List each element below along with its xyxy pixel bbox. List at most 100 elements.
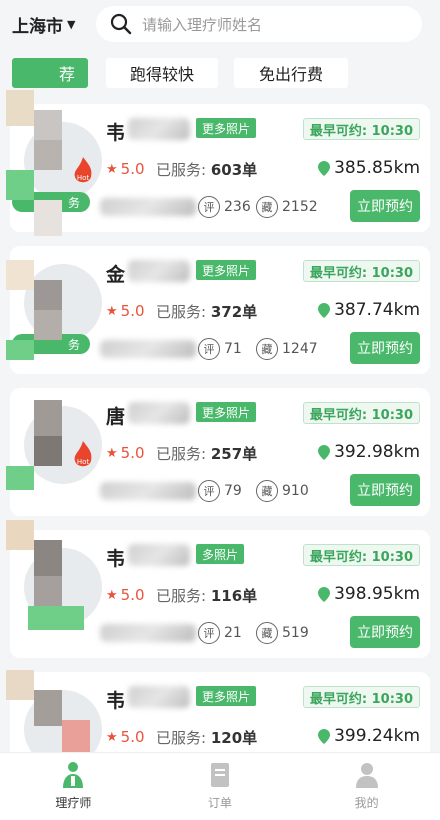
- reviews-count: 评 236: [198, 196, 251, 218]
- served-value: 603单: [210, 161, 258, 179]
- tab-orders[interactable]: 订单: [147, 753, 294, 820]
- favorites-value: 2152: [282, 199, 318, 215]
- review-icon: 评: [198, 338, 220, 360]
- location-pin-icon: [318, 302, 331, 318]
- therapist-icon: [63, 762, 84, 788]
- name-redaction: [128, 686, 190, 708]
- therapist-card[interactable]: 务 金 更多照片 最早可约: 10:30 ★ 5.0 已服务: 372单 387.…: [10, 246, 430, 374]
- book-now-button[interactable]: 立即预约: [350, 190, 420, 222]
- location-pin-icon: [318, 160, 331, 176]
- tab-label: 订单: [208, 796, 233, 810]
- rating: ★ 5.0: [106, 586, 145, 604]
- search-placeholder: 请输入理疗师姓名: [142, 15, 263, 34]
- therapist-name: 韦: [106, 548, 126, 570]
- hot-flame-icon: Hot: [74, 157, 92, 183]
- location-pin-icon: [318, 728, 331, 744]
- served-label: 已服务:: [156, 161, 207, 179]
- rating-value: 5.0: [120, 444, 145, 462]
- distance: 392.98km: [318, 442, 420, 462]
- distance-value: 399.24km: [334, 726, 420, 746]
- search-input[interactable]: 请输入理疗师姓名: [96, 6, 422, 42]
- served-count: 已服务: 120单: [156, 727, 257, 748]
- more-photos-button[interactable]: 更多照片: [196, 686, 257, 706]
- tags-redaction: [100, 340, 196, 358]
- therapist-name: 唐: [106, 406, 126, 428]
- earliest-time-badge: 最早可约: 10:30: [302, 118, 420, 140]
- tags-redaction: [100, 482, 196, 500]
- served-count: 已服务: 603单: [156, 159, 257, 180]
- rating: ★ 5.0: [106, 728, 145, 746]
- rating-value: 5.0: [120, 728, 145, 746]
- name-redaction: [128, 118, 190, 140]
- served-label: 已服务:: [156, 445, 207, 463]
- favorites-value: 1247: [282, 341, 318, 357]
- city-selector[interactable]: 上海市 ▼: [12, 12, 75, 37]
- reviews-value: 236: [224, 199, 251, 215]
- served-count: 已服务: 116单: [156, 585, 257, 606]
- distance-value: 392.98km: [334, 442, 420, 462]
- filter-label: 免出行费: [258, 65, 323, 84]
- star-icon: ★: [106, 161, 118, 177]
- rating: ★ 5.0: [106, 160, 145, 178]
- favorites-value: 910: [282, 483, 309, 499]
- therapist-card[interactable]: Hot 务 韦 更多照片 最早可约: 10:30 ★ 5.0 已服务: 603单 …: [10, 104, 430, 232]
- filter-fast[interactable]: 跑得较快: [106, 58, 218, 88]
- order-icon: [211, 763, 229, 787]
- distance-value: 385.85km: [334, 158, 420, 178]
- review-icon: 评: [198, 196, 220, 218]
- caret-down-icon: ▼: [67, 18, 76, 31]
- therapist-name: 韦: [106, 690, 126, 712]
- therapist-card[interactable]: Hot 唐 更多照片 最早可约: 10:30 ★ 5.0 已服务: 257单 39…: [10, 388, 430, 516]
- tab-label: 我的: [354, 796, 379, 810]
- top-bar: 上海市 ▼ 请输入理疗师姓名: [0, 0, 440, 48]
- star-icon: ★: [106, 303, 118, 319]
- more-photos-button[interactable]: 更多照片: [196, 118, 257, 138]
- distance-value: 387.74km: [334, 300, 420, 320]
- earliest-time-badge: 最早可约: 10:30: [302, 260, 420, 282]
- favorite-heart-icon: 藏: [256, 480, 278, 502]
- tab-therapist[interactable]: 理疗师: [0, 753, 147, 820]
- tab-me[interactable]: 我的: [293, 753, 440, 820]
- therapist-card[interactable]: 韦 多照片 最早可约: 10:30 ★ 5.0 已服务: 116单 398.95k…: [10, 530, 430, 658]
- earliest-time-badge: 最早可约: 10:30: [302, 686, 420, 708]
- book-now-button[interactable]: 立即预约: [350, 616, 420, 648]
- filter-no-travel-fee[interactable]: 免出行费: [234, 58, 348, 88]
- rating: ★ 5.0: [106, 302, 145, 320]
- rating-value: 5.0: [120, 302, 145, 320]
- distance-value: 398.95km: [334, 584, 420, 604]
- svg-text:Hot: Hot: [77, 458, 90, 466]
- served-label: 已服务:: [156, 587, 207, 605]
- reviews-value: 71: [224, 341, 242, 357]
- location-pin-icon: [318, 444, 331, 460]
- therapist-name: 韦: [106, 122, 126, 144]
- served-value: 257单: [210, 445, 258, 463]
- filter-recommended[interactable]: 荐: [12, 58, 88, 88]
- favorites-count: 藏 519: [256, 622, 309, 644]
- more-photos-button[interactable]: 多照片: [196, 544, 245, 564]
- star-icon: ★: [106, 729, 118, 745]
- filter-label: 跑得较快: [129, 65, 194, 84]
- distance: 399.24km: [318, 726, 420, 746]
- star-icon: ★: [106, 445, 118, 461]
- distance: 385.85km: [318, 158, 420, 178]
- review-icon: 评: [198, 622, 220, 644]
- more-photos-button[interactable]: 更多照片: [196, 402, 257, 422]
- book-now-button[interactable]: 立即预约: [350, 474, 420, 506]
- book-now-button[interactable]: 立即预约: [350, 332, 420, 364]
- reviews-count: 评 21: [198, 622, 242, 644]
- avatar: [24, 264, 102, 342]
- favorite-heart-icon: 藏: [256, 338, 278, 360]
- distance: 387.74km: [318, 300, 420, 320]
- location-pin-icon: [318, 586, 331, 602]
- filter-label: 荐: [58, 65, 75, 84]
- rating-value: 5.0: [120, 160, 145, 178]
- search-icon: [110, 13, 132, 35]
- serve-badge: 务: [12, 192, 90, 212]
- favorites-count: 藏 2152: [256, 196, 318, 218]
- bottom-tab-bar: 理疗师 订单 我的: [0, 752, 440, 820]
- city-label: 上海市: [12, 17, 63, 37]
- favorites-count: 藏 1247: [256, 338, 318, 360]
- reviews-value: 21: [224, 625, 242, 641]
- more-photos-button[interactable]: 更多照片: [196, 260, 257, 280]
- distance: 398.95km: [318, 584, 420, 604]
